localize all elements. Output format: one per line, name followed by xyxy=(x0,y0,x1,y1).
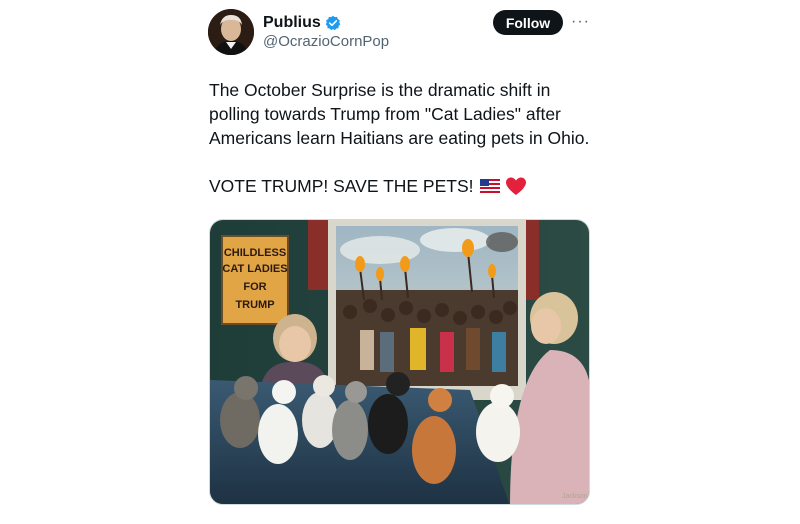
tweet-text-line1: The October Surprise is the dramatic shi… xyxy=(209,80,590,148)
portrait-avatar-icon xyxy=(208,9,254,55)
red-heart-emoji-icon xyxy=(505,177,526,195)
follow-button[interactable]: Follow xyxy=(493,10,563,35)
sign-line-4: TRUMP xyxy=(235,299,274,311)
tweet-text: The October Surprise is the dramatic shi… xyxy=(209,78,599,198)
verified-badge-icon xyxy=(325,15,341,31)
sign-line-1: CHILDLESS xyxy=(224,247,286,259)
tweet-text-line2-wrap: VOTE TRUMP! SAVE THE PETS! xyxy=(209,174,599,198)
artist-signature: Jackson xyxy=(562,493,588,500)
illustration: CHILDLESS CAT LADIES FOR TRUMP Jackson xyxy=(210,220,589,504)
tweet-media-image[interactable]: CHILDLESS CAT LADIES FOR TRUMP Jackson xyxy=(209,219,590,505)
sign-line-3: FOR xyxy=(243,281,266,293)
author-name-text: Publius xyxy=(263,14,321,31)
tweet-text-line2: VOTE TRUMP! SAVE THE PETS! xyxy=(209,176,474,196)
avatar[interactable] xyxy=(208,9,254,55)
us-flag-emoji-icon xyxy=(479,179,500,193)
author-name[interactable]: Publius xyxy=(263,13,341,33)
sign-line-2: CAT LADIES xyxy=(222,263,287,275)
author-handle[interactable]: @OcrazioCornPop xyxy=(263,33,389,51)
more-options-icon[interactable]: ··· xyxy=(571,13,590,31)
